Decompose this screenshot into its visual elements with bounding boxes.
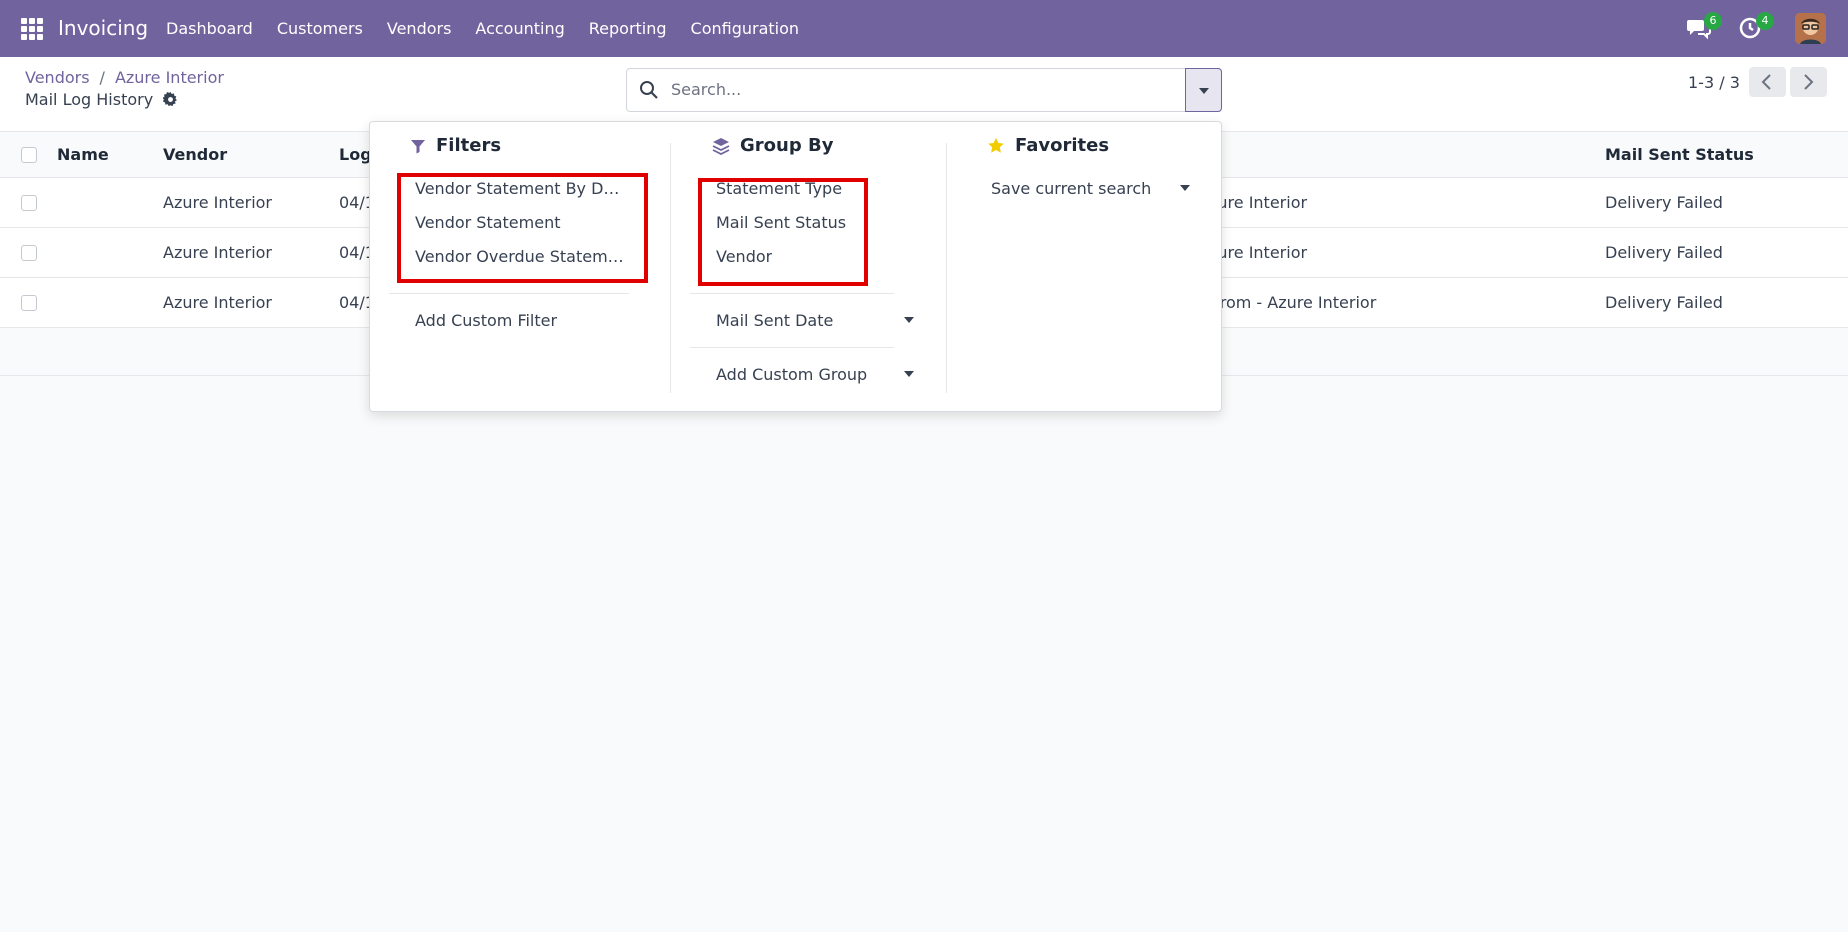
- save-current-search[interactable]: Save current search: [991, 175, 1151, 203]
- filters-highlight-box: [397, 173, 648, 283]
- row-subject: zure Interior: [1209, 243, 1308, 262]
- menu-configuration[interactable]: Configuration: [691, 0, 800, 57]
- chevron-down-icon[interactable]: [1180, 185, 1190, 191]
- menu-accounting[interactable]: Accounting: [475, 0, 564, 57]
- search-icon: [640, 81, 658, 99]
- row-checkbox[interactable]: [21, 295, 37, 311]
- chevron-left-icon: [1761, 74, 1771, 90]
- divider: [690, 293, 894, 294]
- header-mail-sent-status[interactable]: Mail Sent Status: [1605, 132, 1754, 178]
- menu-vendors[interactable]: Vendors: [387, 0, 452, 57]
- select-all-checkbox[interactable]: [21, 147, 37, 163]
- row-checkbox[interactable]: [21, 245, 37, 261]
- pager-value[interactable]: 1-3 / 3: [1688, 70, 1740, 96]
- layers-icon: [712, 137, 730, 155]
- chevron-down-icon[interactable]: [904, 317, 914, 323]
- row-status: Delivery Failed: [1605, 243, 1723, 262]
- app-brand[interactable]: Invoicing: [58, 0, 148, 57]
- star-icon: [988, 137, 1004, 153]
- row-vendor: Azure Interior: [163, 193, 273, 212]
- add-custom-filter[interactable]: Add Custom Filter: [415, 307, 557, 335]
- top-navbar: Invoicing Dashboard Customers Vendors Ac…: [0, 0, 1848, 57]
- row-vendor: Azure Interior: [163, 293, 273, 312]
- header-name[interactable]: Name: [57, 132, 109, 178]
- groupby-mail-sent-date[interactable]: Mail Sent Date: [716, 307, 833, 335]
- activities-clock-icon[interactable]: 4: [1738, 12, 1774, 40]
- page-title-text: Mail Log History: [25, 90, 154, 109]
- breadcrumb: Vendors / Azure Interior: [25, 68, 224, 87]
- messages-badge: 6: [1704, 12, 1722, 30]
- row-subject: from - Azure Interior: [1209, 293, 1377, 312]
- main-menu: Dashboard Customers Vendors Accounting R…: [166, 0, 823, 57]
- filters-title: Filters: [410, 135, 501, 156]
- row-status: Delivery Failed: [1605, 293, 1723, 312]
- menu-dashboard[interactable]: Dashboard: [166, 0, 253, 57]
- groupby-highlight-box: [698, 178, 868, 286]
- header-log[interactable]: Log: [339, 132, 372, 178]
- filter-funnel-icon: [411, 139, 425, 153]
- row-status: Delivery Failed: [1605, 193, 1723, 212]
- group-by-title: Group By: [712, 135, 833, 156]
- messages-icon[interactable]: 6: [1686, 12, 1722, 40]
- gear-icon[interactable]: [163, 92, 178, 107]
- favorites-title: Favorites: [987, 135, 1109, 156]
- menu-reporting[interactable]: Reporting: [589, 0, 667, 57]
- app-grid-icon[interactable]: [21, 18, 43, 40]
- row-subject: zure Interior: [1209, 193, 1308, 212]
- menu-customers[interactable]: Customers: [277, 0, 363, 57]
- page-title: Mail Log History: [25, 90, 178, 109]
- breadcrumb-vendors[interactable]: Vendors: [25, 68, 90, 87]
- search-bar[interactable]: Search...: [626, 68, 1222, 112]
- row-vendor: Azure Interior: [163, 243, 273, 262]
- pager-previous-button[interactable]: [1749, 67, 1786, 97]
- search-options-toggle[interactable]: [1185, 68, 1222, 112]
- row-checkbox[interactable]: [21, 195, 37, 211]
- activities-badge: 4: [1756, 12, 1774, 30]
- search-input[interactable]: Search...: [671, 69, 741, 111]
- chevron-down-icon[interactable]: [904, 371, 914, 377]
- user-avatar[interactable]: [1795, 13, 1826, 44]
- header-vendor[interactable]: Vendor: [163, 132, 227, 178]
- breadcrumb-azure-interior[interactable]: Azure Interior: [115, 68, 224, 87]
- pager-next-button[interactable]: [1790, 67, 1827, 97]
- divider: [690, 347, 894, 348]
- column-divider: [946, 143, 947, 393]
- chevron-right-icon: [1804, 74, 1814, 90]
- add-custom-group[interactable]: Add Custom Group: [716, 361, 867, 389]
- column-divider: [670, 143, 671, 393]
- search-options-dropdown: Filters Vendor Statement By D… Vendor St…: [369, 121, 1222, 412]
- divider: [389, 293, 629, 294]
